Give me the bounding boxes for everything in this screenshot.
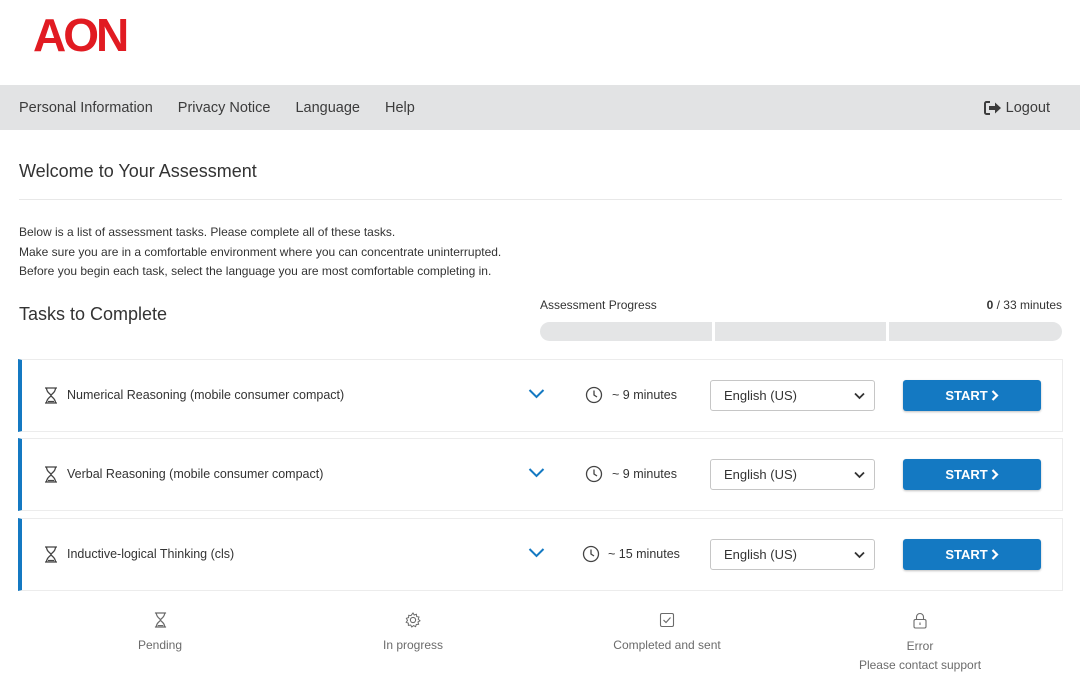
start-button-label: START	[945, 467, 988, 482]
nav-personal-information[interactable]: Personal Information	[19, 100, 153, 116]
hourglass-icon	[45, 546, 57, 563]
hourglass-icon	[45, 466, 57, 483]
legend-in-progress: In progress	[333, 612, 493, 655]
legend-label: Please contact support	[858, 658, 982, 672]
page-title: Welcome to Your Assessment	[19, 161, 257, 181]
logout-icon	[983, 100, 1001, 115]
language-select[interactable]: English (US)	[710, 459, 875, 490]
lock-icon	[913, 612, 927, 629]
gear-icon	[405, 612, 421, 628]
language-select[interactable]: English (US)	[710, 539, 875, 570]
progress-total: / 33 minutes	[996, 298, 1062, 312]
legend-error: Error Please contact support	[840, 612, 1000, 675]
task-duration: ~ 9 minutes	[612, 388, 677, 402]
task-card: Numerical Reasoning (mobile consumer com…	[18, 359, 1063, 432]
task-name: Numerical Reasoning (mobile consumer com…	[67, 388, 345, 402]
task-name: Inductive-logical Thinking (cls)	[67, 547, 235, 561]
language-select-value: English (US)	[724, 547, 797, 562]
task-duration: ~ 9 minutes	[612, 467, 677, 481]
aon-logo: AON	[33, 12, 139, 56]
language-select[interactable]: English (US)	[710, 380, 875, 411]
start-button[interactable]: START	[903, 380, 1041, 411]
chevron-down-icon	[854, 471, 865, 479]
logout-button[interactable]: Logout	[983, 85, 1050, 130]
title-divider	[19, 199, 1062, 200]
language-select-value: English (US)	[724, 388, 797, 403]
nav-privacy-notice[interactable]: Privacy Notice	[178, 100, 271, 116]
legend-label: Error	[906, 639, 934, 653]
intro-line: Below is a list of assessment tasks. Ple…	[19, 225, 396, 239]
chevron-down-icon	[854, 551, 865, 559]
chevron-right-icon	[991, 549, 999, 560]
clock-icon	[585, 465, 603, 483]
legend-label: Pending	[137, 638, 183, 652]
clock-icon	[585, 386, 603, 404]
progress-segment	[889, 322, 1062, 341]
legend-label: Completed and sent	[613, 638, 721, 652]
start-button-label: START	[945, 547, 988, 562]
intro-line: Before you begin each task, select the l…	[19, 264, 492, 278]
clock-icon	[582, 545, 600, 563]
legend-pending: Pending	[80, 612, 240, 655]
task-card: Inductive-logical Thinking (cls) ~ 15 mi…	[18, 518, 1063, 591]
top-navbar: Personal Information Privacy Notice Lang…	[0, 85, 1080, 130]
chevron-down-icon[interactable]	[528, 467, 545, 478]
legend-completed: Completed and sent	[587, 612, 747, 655]
chevron-down-icon[interactable]	[528, 388, 545, 399]
chevron-right-icon	[991, 469, 999, 480]
hourglass-icon	[45, 387, 57, 404]
logout-label: Logout	[1005, 99, 1050, 116]
chevron-right-icon	[991, 390, 999, 401]
intro-text: Below is a list of assessment tasks. Ple…	[19, 223, 501, 282]
intro-line: Make sure you are in a comfortable envir…	[19, 244, 502, 259]
chevron-down-icon[interactable]	[528, 547, 545, 558]
checkbox-icon	[659, 612, 675, 628]
progress-segment	[715, 322, 886, 341]
language-select-value: English (US)	[724, 467, 797, 482]
progress-label: Assessment Progress	[540, 298, 657, 312]
progress-completed: 0	[986, 298, 994, 312]
logo-text: AON	[33, 12, 127, 56]
progress-count: 0 / 33 minutes	[987, 298, 1062, 312]
task-name: Verbal Reasoning (mobile consumer compac…	[67, 467, 324, 481]
nav-help[interactable]: Help	[385, 100, 415, 116]
progress-segment	[540, 322, 712, 341]
nav-language[interactable]: Language	[295, 100, 360, 116]
legend-label: In progress	[382, 638, 444, 652]
chevron-down-icon	[854, 392, 865, 400]
tasks-heading: Tasks to Complete	[19, 304, 168, 324]
task-card: Verbal Reasoning (mobile consumer compac…	[18, 438, 1063, 511]
start-button[interactable]: START	[903, 459, 1041, 490]
progress-bar	[540, 322, 1062, 341]
hourglass-icon	[154, 612, 166, 628]
start-button-label: START	[945, 388, 988, 403]
task-duration: ~ 15 minutes	[608, 547, 680, 561]
start-button[interactable]: START	[903, 539, 1041, 570]
